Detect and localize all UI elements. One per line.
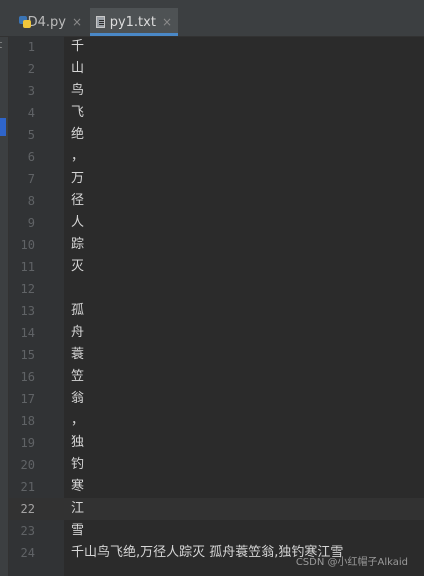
python-file-icon xyxy=(18,15,30,29)
code-line[interactable]: 万 xyxy=(71,168,84,190)
code-line[interactable]: 山 xyxy=(71,58,84,80)
current-line-highlight xyxy=(64,498,424,520)
line-number: 3 xyxy=(27,84,35,98)
text-file-icon xyxy=(96,16,105,28)
line-number: 15 xyxy=(20,348,35,362)
line-number: 19 xyxy=(20,436,35,450)
line-number: 24 xyxy=(20,546,35,560)
line-number: 14 xyxy=(20,326,35,340)
code-line[interactable]: 灭 xyxy=(71,256,84,278)
code-line[interactable]: 舟 xyxy=(71,322,84,344)
line-number: 16 xyxy=(20,370,35,384)
code-line[interactable]: ， xyxy=(71,146,84,168)
code-line[interactable]: 径 xyxy=(71,190,84,212)
tab-py1-txt[interactable]: py1.txt × xyxy=(90,8,178,36)
line-number: 4 xyxy=(27,106,35,120)
line-number: 22 xyxy=(20,502,35,516)
code-line[interactable]: 孤 xyxy=(71,300,84,322)
code-line[interactable]: 蓑 xyxy=(71,344,84,366)
line-number: 21 xyxy=(20,480,35,494)
line-number: 12 xyxy=(20,282,35,296)
editor-tab-bar: D4.py × py1.txt × xyxy=(0,0,424,37)
code-line[interactable]: 千 xyxy=(71,36,84,58)
close-icon[interactable]: × xyxy=(72,15,82,29)
text-editor[interactable]: 千山鸟飞绝，万径人踪灭孤舟蓑笠翁，独钓寒江雪千山鸟飞绝,万径人踪灭 孤舟蓑笠翁,… xyxy=(64,36,424,576)
code-line[interactable]: 独 xyxy=(71,432,84,454)
close-icon[interactable]: × xyxy=(162,15,172,29)
code-line[interactable]: ， xyxy=(71,410,84,432)
code-line[interactable]: 鸟 xyxy=(71,80,84,102)
code-line[interactable]: 绝 xyxy=(71,124,84,146)
line-number: 17 xyxy=(20,392,35,406)
line-number-gutter: 1 2 3 4 5 6 7 8 9 10 11 12 13 14 15 16 17 18 19 20 21 22 23 24 xyxy=(9,36,64,576)
tab-label: py1.txt xyxy=(109,14,156,30)
code-line[interactable]: 笠 xyxy=(71,366,84,388)
line-number: 10 xyxy=(20,238,35,252)
tab-d4-py[interactable]: D4.py × xyxy=(12,8,88,36)
code-line[interactable]: 人 xyxy=(71,212,84,234)
line-number: 7 xyxy=(27,172,35,186)
line-number: 8 xyxy=(27,194,35,208)
code-line[interactable]: 踪 xyxy=(71,234,84,256)
code-line[interactable]: 飞 xyxy=(71,102,84,124)
line-number: 1 xyxy=(27,40,35,54)
line-number: 13 xyxy=(20,304,35,318)
line-number: 2 xyxy=(27,62,35,76)
line-number: 20 xyxy=(20,458,35,472)
code-line[interactable]: 翁 xyxy=(71,388,84,410)
watermark: CSDN @小红帽子Alkaid xyxy=(295,557,408,568)
line-number: 5 xyxy=(27,128,35,142)
line-number: 11 xyxy=(20,260,35,274)
code-line[interactable]: 雪 xyxy=(71,520,84,542)
left-strip-selection xyxy=(0,118,6,136)
line-number: 18 xyxy=(20,414,35,428)
line-number: 6 xyxy=(27,150,35,164)
left-tool-strip: t xyxy=(0,0,9,576)
code-line[interactable]: 钓 xyxy=(71,454,84,476)
code-line[interactable]: 江 xyxy=(71,498,84,520)
line-number: 23 xyxy=(20,524,35,538)
line-number: 9 xyxy=(27,216,35,230)
left-strip-label: t xyxy=(0,38,3,51)
tab-label: D4.py xyxy=(27,14,66,30)
code-line[interactable]: 寒 xyxy=(71,476,84,498)
